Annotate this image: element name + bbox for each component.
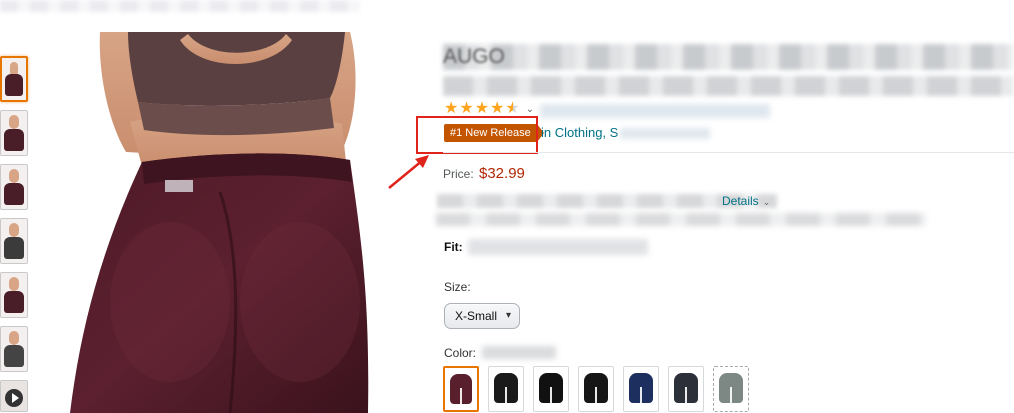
thumbnail-6[interactable]: [0, 326, 28, 372]
thumbnail-skin: [9, 277, 19, 291]
color-swatch-grey[interactable]: [713, 366, 749, 412]
swatch-shorts-image: [719, 373, 743, 403]
half-star-icon: ★: [505, 100, 520, 117]
section-divider: [443, 152, 1014, 153]
thumbnail-skin: [9, 169, 19, 183]
color-label: Color:: [444, 346, 477, 360]
thumbnail-5[interactable]: [0, 272, 28, 318]
annotation-highlight-box: [416, 116, 538, 154]
annotation-arrow-icon: [388, 155, 429, 189]
play-icon: [1, 381, 27, 411]
star-icon: ★: [490, 100, 505, 117]
star-rating[interactable]: ★ ★ ★ ★ ★ ⌄: [444, 101, 534, 117]
product-title-redacted: [443, 44, 1013, 70]
color-swatch-navy[interactable]: [623, 366, 659, 412]
swatch-shorts-image: [629, 373, 653, 403]
swatch-shorts-image: [494, 373, 518, 403]
swatch-shorts-image: [539, 373, 563, 403]
size-label: Size:: [444, 280, 471, 294]
main-product-image[interactable]: [60, 32, 415, 413]
fit-value-redacted: [468, 239, 648, 255]
swatch-shorts-image: [584, 373, 608, 403]
thumbnail-skin: [9, 223, 19, 237]
thumbnail-2[interactable]: [0, 110, 28, 156]
thumbnail-skin: [9, 331, 19, 345]
top-redacted-bar: [0, 0, 360, 12]
shipping-details-label: Details: [722, 194, 759, 208]
thumbnail-4[interactable]: [0, 218, 28, 264]
category-redacted: [620, 128, 711, 140]
badge-category-text: in Clothing, S: [541, 125, 619, 140]
star-icon: ★: [459, 100, 474, 117]
secondary-line-redacted: [436, 213, 926, 226]
thumbnail-1[interactable]: [0, 56, 28, 102]
product-title: AUGO: [443, 45, 505, 68]
price-label: Price:: [443, 167, 474, 181]
color-swatch-black-1[interactable]: [488, 366, 524, 412]
swatch-shorts-image: [450, 374, 472, 404]
chevron-down-icon: ⌄: [762, 197, 771, 207]
product-photo: [70, 32, 369, 413]
color-swatch-black-3[interactable]: [578, 366, 614, 412]
thumbnail-figure: [4, 237, 24, 259]
thumbnail-figure: [5, 74, 23, 96]
color-swatch-black-2[interactable]: [533, 366, 569, 412]
product-subtitle-redacted: [443, 76, 1013, 96]
thumbnail-video[interactable]: [0, 380, 28, 412]
thumbnail-figure: [4, 129, 24, 151]
ratings-count-redacted: [540, 104, 770, 118]
shipping-details-link[interactable]: Details ⌄: [722, 194, 770, 208]
star-icon: ★: [444, 100, 459, 117]
thumbnail-figure: [4, 345, 24, 367]
thumbnail-skin: [9, 115, 19, 129]
size-selected-value: X-Small: [455, 309, 498, 323]
fit-label: Fit:: [444, 240, 463, 254]
color-swatch-plum[interactable]: [443, 366, 479, 412]
star-icon: ★: [474, 100, 490, 117]
color-swatch-camo[interactable]: [668, 366, 704, 412]
swatch-shorts-image: [674, 373, 698, 403]
thumbnail-3[interactable]: [0, 164, 28, 210]
price-value: $32.99: [479, 165, 525, 182]
chevron-down-icon[interactable]: ⌄: [526, 104, 534, 115]
color-name-redacted: [482, 346, 556, 359]
thumbnail-figure: [4, 183, 24, 205]
badge-category-link[interactable]: in Clothing, S: [541, 125, 711, 140]
size-dropdown[interactable]: X-Small ▾: [444, 303, 520, 329]
chevron-down-icon: ▾: [505, 310, 511, 321]
thumbnail-figure: [4, 291, 24, 313]
